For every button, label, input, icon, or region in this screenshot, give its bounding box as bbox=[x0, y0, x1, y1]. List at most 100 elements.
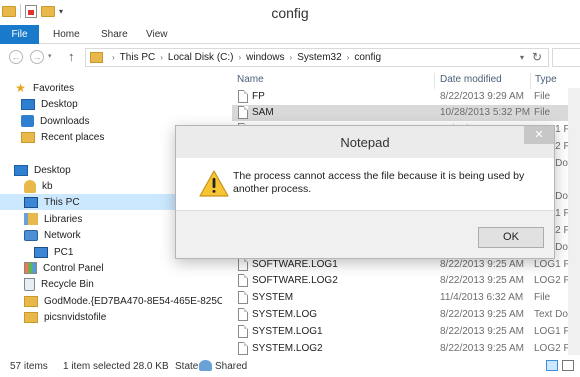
table-row[interactable]: SYSTEM 11/4/2013 6:32 AM File bbox=[232, 290, 580, 306]
file-name: SYSTEM.LOG2 bbox=[252, 342, 323, 354]
file-icon bbox=[238, 89, 248, 103]
star-icon: ★ bbox=[15, 81, 26, 95]
file-icon bbox=[238, 341, 248, 355]
user-folder-icon bbox=[24, 179, 36, 193]
network-icon bbox=[24, 229, 38, 241]
sidebar-item-godmode[interactable]: GodMode.{ED7BA470-8E54-465E-825C-9971 bbox=[24, 293, 222, 309]
breadcrumb-system32[interactable]: System32 bbox=[297, 52, 341, 63]
libraries-icon bbox=[24, 213, 38, 225]
folder-icon bbox=[24, 311, 38, 323]
navigation-bar: ← → ▾ ↑ › This PC › Local Disk (C:) › wi… bbox=[0, 46, 580, 70]
column-divider[interactable] bbox=[530, 73, 531, 89]
dialog-title-bar[interactable]: Notepad ✕ bbox=[176, 126, 554, 158]
breadcrumb-this-pc[interactable]: This PC bbox=[120, 52, 156, 63]
file-icon bbox=[238, 291, 248, 305]
table-row[interactable]: SYSTEM.LOG 8/22/2013 9:25 AM Text Docu bbox=[232, 306, 580, 322]
state-value: Shared bbox=[215, 361, 248, 372]
tab-share[interactable]: Share bbox=[101, 25, 128, 44]
sidebar-item-downloads[interactable]: Downloads bbox=[21, 113, 89, 129]
sidebar-item-network[interactable]: Network bbox=[24, 227, 81, 243]
sidebar-item-label: PC1 bbox=[54, 246, 74, 258]
breadcrumb-windows[interactable]: windows bbox=[246, 52, 284, 63]
search-input[interactable] bbox=[552, 48, 580, 67]
up-arrow-icon[interactable]: ↑ bbox=[68, 49, 75, 64]
file-date-modified: 8/22/2013 9:25 AM bbox=[440, 325, 524, 337]
sidebar-item-label: Recycle Bin bbox=[41, 278, 94, 290]
ribbon-tabs: File Home Share View bbox=[0, 25, 580, 44]
table-row[interactable]: FP 8/22/2013 9:29 AM File bbox=[232, 88, 580, 104]
computer-icon bbox=[24, 196, 38, 208]
file-icon bbox=[238, 257, 248, 271]
sidebar-item-label: GodMode.{ED7BA470-8E54-465E-825C-9971 bbox=[44, 295, 222, 307]
address-bar[interactable]: › This PC › Local Disk (C:) › windows › … bbox=[85, 48, 549, 67]
column-header-type[interactable]: Type bbox=[535, 74, 557, 89]
close-icon[interactable]: ✕ bbox=[524, 126, 554, 144]
dialog-footer: OK bbox=[176, 210, 554, 258]
column-header-name[interactable]: Name bbox=[237, 74, 264, 89]
chevron-right-icon[interactable]: › bbox=[160, 53, 163, 62]
table-row[interactable]: SYSTEM.LOG1 8/22/2013 9:25 AM LOG1 File bbox=[232, 323, 580, 339]
file-icon bbox=[238, 324, 248, 338]
file-date-modified: 11/4/2013 6:32 AM bbox=[440, 292, 524, 304]
sidebar-item-label: Desktop bbox=[41, 98, 78, 110]
file-name: SYSTEM.LOG bbox=[252, 308, 318, 320]
file-date-modified: 8/22/2013 9:29 AM bbox=[440, 90, 524, 102]
file-type: File bbox=[534, 90, 551, 102]
table-row[interactable]: SYSTEM.LOG2 8/22/2013 9:25 AM LOG2 File bbox=[232, 340, 580, 355]
file-type: File bbox=[534, 107, 551, 119]
forward-arrow-icon[interactable]: → bbox=[30, 50, 44, 64]
sidebar-item-label: Downloads bbox=[40, 115, 90, 127]
folder-icon bbox=[24, 295, 38, 307]
sidebar-item-label: This PC bbox=[44, 196, 80, 208]
selection-info: 1 item selected 28.0 KB bbox=[63, 361, 169, 372]
file-date-modified: 8/22/2013 9:25 AM bbox=[440, 308, 524, 320]
chevron-right-icon[interactable]: › bbox=[347, 53, 350, 62]
file-name: SAM bbox=[252, 107, 274, 119]
sidebar-item-control-panel[interactable]: Control Panel bbox=[24, 260, 104, 276]
back-arrow-icon[interactable]: ← bbox=[9, 50, 23, 64]
title-bar: ▾ config bbox=[0, 0, 580, 25]
tab-view[interactable]: View bbox=[146, 25, 168, 44]
ok-button[interactable]: OK bbox=[478, 227, 544, 248]
chevron-right-icon[interactable]: › bbox=[238, 53, 241, 62]
desktop-icon bbox=[21, 98, 35, 110]
table-row[interactable]: SOFTWARE.LOG2 8/22/2013 9:25 AM LOG2 File bbox=[232, 273, 580, 289]
sidebar-item-desktop[interactable]: Desktop bbox=[21, 96, 78, 112]
file-date-modified: 8/22/2013 9:25 AM bbox=[440, 258, 524, 270]
window-title: config bbox=[271, 5, 309, 21]
tab-file[interactable]: File bbox=[0, 25, 39, 44]
sidebar-item-favorites[interactable]: ★ Favorites bbox=[14, 80, 74, 96]
sidebar-item-recycle-bin[interactable]: Recycle Bin bbox=[24, 276, 94, 292]
table-row[interactable]: SAM 10/28/2013 5:32 PM File bbox=[232, 104, 580, 121]
sidebar-item-recent-places[interactable]: Recent places bbox=[21, 129, 104, 145]
tab-home[interactable]: Home bbox=[53, 25, 80, 44]
chevron-right-icon[interactable]: › bbox=[112, 53, 115, 62]
file-name: SOFTWARE.LOG1 bbox=[252, 258, 338, 270]
sidebar-item-picsnvidstofile[interactable]: picsnvidstofile bbox=[24, 309, 106, 325]
shared-icon bbox=[199, 360, 212, 371]
details-view-icon[interactable] bbox=[546, 360, 558, 371]
breadcrumb-local-disk[interactable]: Local Disk (C:) bbox=[168, 52, 234, 63]
file-date-modified: 8/22/2013 9:25 AM bbox=[440, 275, 524, 287]
sidebar-item-libraries[interactable]: Libraries bbox=[24, 211, 82, 227]
breadcrumb-config[interactable]: config bbox=[354, 52, 381, 63]
file-name: SOFTWARE.LOG2 bbox=[252, 275, 338, 287]
sidebar-item-label: Control Panel bbox=[43, 262, 104, 274]
refresh-icon[interactable]: ↻ bbox=[532, 50, 542, 64]
chevron-down-icon[interactable]: ▾ bbox=[520, 53, 524, 62]
column-divider[interactable] bbox=[434, 73, 435, 89]
vertical-scrollbar[interactable] bbox=[568, 88, 580, 355]
large-icons-view-icon[interactable] bbox=[562, 360, 574, 371]
sidebar-item-kb[interactable]: kb bbox=[24, 178, 53, 194]
column-header-date-modified[interactable]: Date modified bbox=[440, 74, 502, 89]
file-name: SYSTEM.LOG1 bbox=[252, 325, 323, 337]
recycle-bin-icon bbox=[24, 277, 35, 291]
recent-locations-icon[interactable]: ▾ bbox=[48, 52, 52, 60]
status-bar: 57 items 1 item selected 28.0 KB State: … bbox=[0, 355, 580, 377]
sidebar-item-pc1[interactable]: PC1 bbox=[34, 244, 73, 260]
sidebar-item-label: kb bbox=[42, 180, 53, 192]
sidebar-item-desktop-root[interactable]: Desktop bbox=[14, 162, 71, 178]
chevron-right-icon[interactable]: › bbox=[290, 53, 293, 62]
item-count: 57 items bbox=[10, 361, 48, 372]
folder-icon bbox=[90, 52, 103, 63]
